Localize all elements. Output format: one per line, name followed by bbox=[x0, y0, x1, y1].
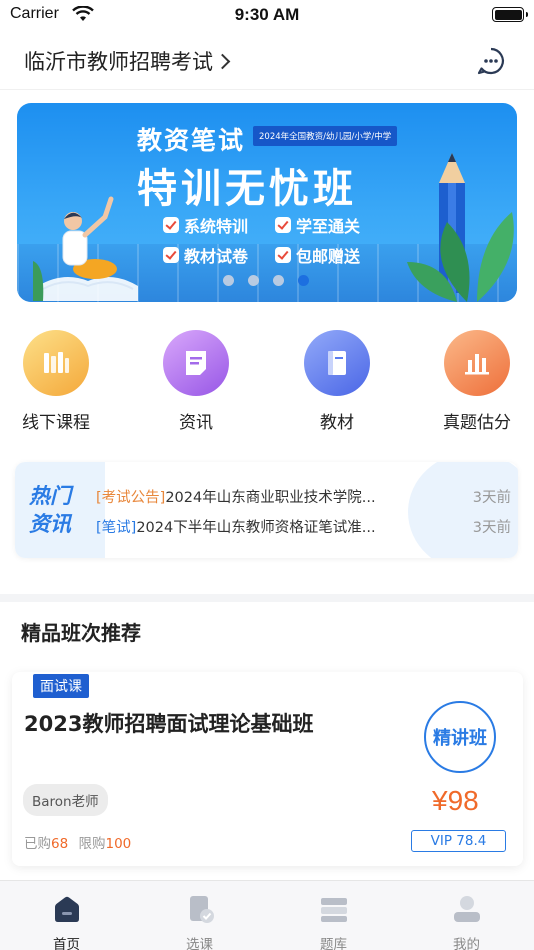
course-card[interactable]: 面试课 2023教师招聘面试理论基础班 精讲班 Baron老师 ¥98 已购68… bbox=[12, 672, 523, 866]
news-title: 2024下半年山东教师资格证笔试准... bbox=[136, 520, 376, 536]
banner-feature: 包邮赠送 bbox=[275, 243, 387, 267]
news-item[interactable]: [笔试] 2024下半年山东教师资格证笔试准... 3天前 bbox=[96, 516, 511, 537]
banner-title-line2: 特训无忧班 bbox=[137, 166, 357, 212]
quick-nav-label: 教材 bbox=[320, 413, 354, 433]
question-bank-icon bbox=[320, 898, 347, 922]
quick-nav-news[interactable]: 资讯 bbox=[146, 330, 246, 433]
banner-features: 系统特训 学至通关 教材试卷 包邮赠送 bbox=[163, 213, 393, 267]
promo-banner[interactable]: 教资笔试 2024年全国教资/幼儿园/小学/中学 特训无忧班 系统特训 学至通关… bbox=[17, 103, 517, 302]
news-time: 3天前 bbox=[472, 520, 511, 536]
tab-label: 题库 bbox=[320, 937, 347, 950]
feature-label: 教材试卷 bbox=[184, 247, 249, 266]
quick-nav-label: 真题估分 bbox=[443, 413, 511, 433]
news-tag: [考试公告] bbox=[96, 490, 166, 506]
section-divider bbox=[0, 594, 534, 602]
message-icon[interactable] bbox=[476, 46, 506, 76]
hot-news-badge: 热门 资讯 bbox=[29, 484, 71, 536]
profile-icon bbox=[453, 896, 480, 922]
hot-news-panel: 热门 资讯 [考试公告] 2024年山东商业职业技术学院... 3天前 [笔试] … bbox=[15, 462, 518, 558]
course-select-icon bbox=[189, 896, 214, 923]
banner-title-line1: 教资笔试 bbox=[137, 126, 246, 155]
tab-home[interactable]: 首页 bbox=[0, 881, 133, 950]
banner-feature: 学至通关 bbox=[275, 213, 387, 237]
banner-dot[interactable] bbox=[273, 275, 284, 286]
course-stats: 已购68 限购100 bbox=[24, 832, 131, 852]
banner-pagination[interactable] bbox=[223, 275, 309, 286]
banner-feature: 教材试卷 bbox=[163, 243, 275, 267]
bought-count: 68 bbox=[51, 836, 69, 852]
news-item[interactable]: [考试公告] 2024年山东商业职业技术学院... 3天前 bbox=[96, 486, 511, 507]
status-bar: Carrier 9:30 AM bbox=[0, 0, 534, 32]
banner-dot-active[interactable] bbox=[298, 275, 309, 286]
banner-dot[interactable] bbox=[248, 275, 259, 286]
book-stack-icon bbox=[23, 330, 89, 396]
teacher-chip: Baron老师 bbox=[23, 784, 108, 816]
limit-count: 100 bbox=[105, 836, 132, 852]
battery-icon bbox=[492, 7, 528, 22]
quick-nav-textbooks[interactable]: 教材 bbox=[287, 330, 387, 433]
tab-label: 我的 bbox=[453, 937, 480, 950]
course-title: 2023教师招聘面试理论基础班 bbox=[24, 712, 314, 736]
quick-nav: 线下课程 资讯 教材 真题估分 bbox=[0, 330, 534, 440]
tab-label: 选课 bbox=[186, 937, 213, 950]
bought-label: 已购 bbox=[24, 836, 51, 852]
leaves-illustration bbox=[407, 212, 514, 302]
check-icon bbox=[163, 217, 179, 233]
feature-label: 系统特训 bbox=[184, 217, 249, 236]
check-icon bbox=[163, 247, 179, 263]
bar-chart-icon bbox=[444, 330, 510, 396]
quick-nav-label: 线下课程 bbox=[22, 413, 90, 433]
feature-label: 学至通关 bbox=[296, 217, 361, 236]
bottom-tab-bar: 首页 选课 题库 我的 bbox=[0, 880, 534, 950]
clock: 9:30 AM bbox=[234, 5, 300, 24]
home-icon bbox=[54, 896, 79, 922]
check-icon bbox=[275, 247, 291, 263]
course-type-badge: 面试课 bbox=[33, 674, 89, 698]
top-header: 临沂市教师招聘考试 bbox=[0, 32, 534, 90]
news-decoration bbox=[408, 462, 518, 558]
banner-tag: 2024年全国教资/幼儿园/小学/中学 bbox=[253, 126, 398, 146]
section-title: 精品班次推荐 bbox=[21, 621, 141, 645]
vip-price-button[interactable]: VIP 78.4 bbox=[411, 830, 506, 852]
course-level-stamp: 精讲班 bbox=[424, 701, 496, 773]
chevron-right-icon bbox=[214, 53, 231, 69]
news-tag: [笔试] bbox=[96, 520, 137, 536]
reading-person-illustration bbox=[33, 196, 138, 301]
quick-nav-offline-courses[interactable]: 线下课程 bbox=[6, 330, 106, 433]
city-label: 临沂市教师招聘考试 bbox=[24, 50, 213, 74]
quick-nav-label: 资讯 bbox=[179, 413, 213, 433]
limit-label: 限购 bbox=[78, 836, 106, 852]
banner-feature: 系统特训 bbox=[163, 213, 275, 237]
banner-dot[interactable] bbox=[223, 275, 234, 286]
news-time: 3天前 bbox=[472, 490, 511, 506]
tab-label: 首页 bbox=[53, 937, 80, 950]
feature-label: 包邮赠送 bbox=[296, 247, 361, 266]
document-icon bbox=[163, 330, 229, 396]
city-selector[interactable]: 临沂市教师招聘考试 bbox=[24, 46, 231, 76]
news-title: 2024年山东商业职业技术学院... bbox=[165, 490, 376, 506]
tab-course-select[interactable]: 选课 bbox=[133, 881, 266, 950]
tab-profile[interactable]: 我的 bbox=[400, 881, 533, 950]
tab-question-bank[interactable]: 题库 bbox=[267, 881, 400, 950]
textbook-icon bbox=[304, 330, 370, 396]
quick-nav-past-papers[interactable]: 真题估分 bbox=[427, 330, 527, 433]
course-price: ¥98 bbox=[432, 785, 479, 816]
check-icon bbox=[275, 217, 291, 233]
